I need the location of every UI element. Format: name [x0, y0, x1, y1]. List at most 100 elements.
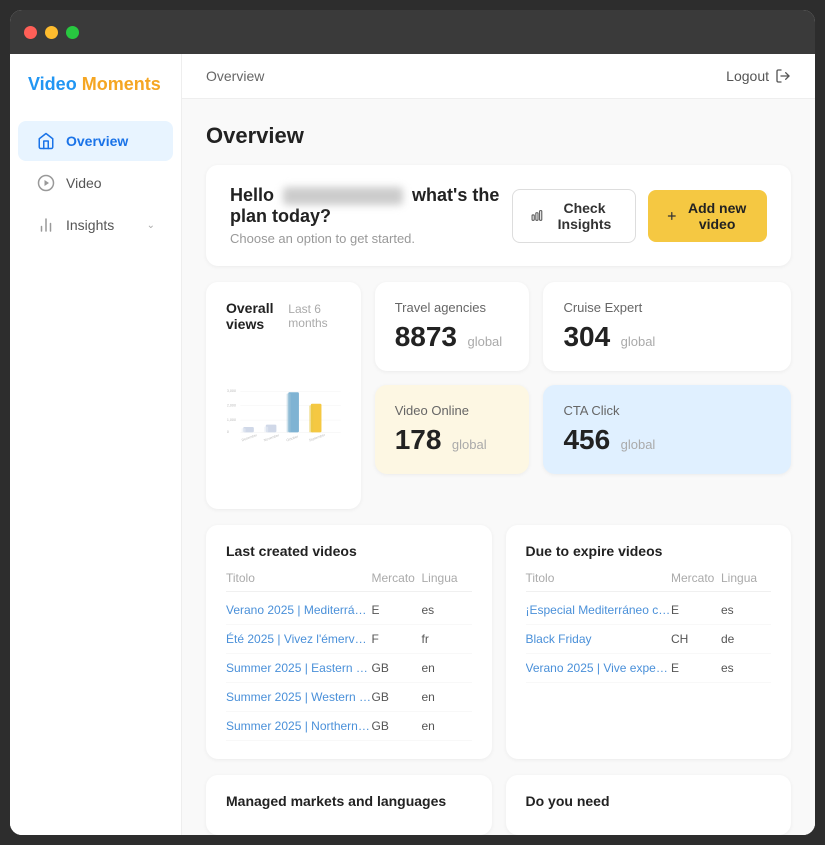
welcome-heading: Hello what's the plan today? — [230, 185, 512, 227]
last-videos-col-mercato: Mercato — [372, 571, 422, 585]
svg-text:December: December — [241, 433, 258, 443]
bar-chart-svg: 3,000 2,000 1,000 0 — [226, 346, 341, 486]
sidebar-item-video[interactable]: Video — [18, 163, 173, 203]
svg-text:2,000: 2,000 — [227, 404, 236, 408]
stat-label-video-online: Video Online — [395, 403, 510, 418]
expiring-videos-title: Due to expire videos — [526, 543, 772, 559]
chart-title: Overall views — [226, 300, 288, 332]
add-new-video-button[interactable]: Add new video — [648, 190, 767, 242]
logout-icon — [775, 68, 791, 84]
check-insights-button[interactable]: Check Insights — [512, 189, 635, 243]
expiring-lingua-2: de — [721, 632, 771, 646]
chart-card: Overall views Last 6 months 3,000 2,000 … — [206, 282, 361, 509]
expiring-row-1: ¡Especial Mediterráneo con ... E es — [526, 596, 772, 625]
last-video-link-1[interactable]: Verano 2025 | Mediterráneo... — [226, 603, 372, 617]
logo-part1: Video — [28, 74, 77, 94]
stat-value-travel: 8873 global — [395, 321, 510, 353]
last-videos-row-1: Verano 2025 | Mediterráneo... E es — [226, 596, 472, 625]
last-video-link-2[interactable]: Été 2025 | Vivez l'émerveille... — [226, 632, 372, 646]
stat-label-travel: Travel agencies — [395, 300, 510, 315]
expiring-col-titolo: Titolo — [526, 571, 672, 585]
play-icon — [36, 173, 56, 193]
welcome-text: Hello what's the plan today? Choose an o… — [230, 185, 512, 246]
last-videos-col-lingua: Lingua — [422, 571, 472, 585]
stat-card-cruise: Cruise Expert 304 global — [543, 282, 791, 371]
last-video-lingua-3: en — [422, 661, 472, 675]
stats-grid: Travel agencies 8873 global Video Online… — [206, 282, 791, 509]
stat-group-1: Travel agencies 8873 global Video Online… — [375, 282, 530, 474]
expiring-videos-card: Due to expire videos Titolo Mercato Ling… — [506, 525, 792, 759]
do-you-need-card: Do you need — [506, 775, 792, 835]
minimize-button[interactable] — [45, 26, 58, 39]
content-area: Overview Hello what's the plan today? Ch… — [182, 99, 815, 835]
welcome-actions: Check Insights Add new video — [512, 189, 767, 243]
maximize-button[interactable] — [66, 26, 79, 39]
expiring-col-lingua: Lingua — [721, 571, 771, 585]
last-video-link-5[interactable]: Summer 2025 | Northern Eur... — [226, 719, 372, 733]
bottom-row: Managed markets and languages Do you nee… — [206, 775, 791, 835]
expiring-link-3[interactable]: Verano 2025 | Vive experien... — [526, 661, 672, 675]
expiring-mercato-2: CH — [671, 632, 721, 646]
titlebar — [10, 10, 815, 54]
expiring-link-1[interactable]: ¡Especial Mediterráneo con ... — [526, 603, 672, 617]
last-video-mercato-1: E — [372, 603, 422, 617]
sidebar-item-insights-label: Insights — [66, 217, 114, 233]
expiring-link-2[interactable]: Black Friday — [526, 632, 672, 646]
svg-text:September: September — [308, 433, 326, 443]
insights-icon — [531, 206, 544, 226]
expiring-lingua-3: es — [721, 661, 771, 675]
last-videos-card: Last created videos Titolo Mercato Lingu… — [206, 525, 492, 759]
last-videos-row-5: Summer 2025 | Northern Eur... GB en — [226, 712, 472, 741]
last-video-mercato-3: GB — [372, 661, 422, 675]
stat-group-2: Cruise Expert 304 global CTA Click 456 g… — [543, 282, 791, 474]
do-you-need-title: Do you need — [526, 793, 772, 809]
tables-row: Last created videos Titolo Mercato Lingu… — [206, 525, 791, 759]
last-video-lingua-2: fr — [422, 632, 472, 646]
sidebar-item-overview[interactable]: Overview — [18, 121, 173, 161]
managed-markets-card: Managed markets and languages — [206, 775, 492, 835]
last-video-lingua-5: en — [422, 719, 472, 733]
page-title: Overview — [206, 123, 791, 149]
stat-label-cta: CTA Click — [563, 403, 771, 418]
last-video-link-3[interactable]: Summer 2025 | Eastern Med... — [226, 661, 372, 675]
add-video-label: Add new video — [685, 200, 749, 232]
welcome-subtitle: Choose an option to get started. — [230, 231, 512, 246]
last-video-mercato-2: F — [372, 632, 422, 646]
stat-label-cruise: Cruise Expert — [563, 300, 771, 315]
user-name-blurred — [283, 187, 403, 205]
last-video-link-4[interactable]: Summer 2025 | Western Me... — [226, 690, 372, 704]
stat-value-cta: 456 global — [563, 424, 771, 456]
check-insights-label: Check Insights — [552, 200, 616, 232]
chevron-down-icon: ⌄ — [147, 220, 155, 231]
svg-text:October: October — [286, 434, 300, 442]
bar-chart-icon — [36, 215, 56, 235]
sidebar-item-insights[interactable]: Insights ⌄ — [18, 205, 173, 245]
logo-part2: Moments — [82, 74, 161, 94]
last-video-lingua-4: en — [422, 690, 472, 704]
last-video-mercato-5: GB — [372, 719, 422, 733]
sidebar-item-video-label: Video — [66, 175, 102, 191]
sidebar: Video Moments Overview — [10, 54, 182, 835]
topbar-title: Overview — [206, 68, 264, 84]
svg-text:November: November — [263, 433, 280, 443]
last-video-mercato-4: GB — [372, 690, 422, 704]
stat-card-cta: CTA Click 456 global — [543, 385, 791, 474]
logout-button[interactable]: Logout — [726, 68, 791, 84]
expiring-mercato-3: E — [671, 661, 721, 675]
close-button[interactable] — [24, 26, 37, 39]
expiring-mercato-1: E — [671, 603, 721, 617]
logo: Video Moments — [10, 74, 181, 119]
expiring-videos-header: Titolo Mercato Lingua — [526, 571, 772, 592]
greeting: Hello — [230, 185, 274, 205]
app-window: Video Moments Overview — [10, 10, 815, 835]
svg-text:0: 0 — [227, 430, 229, 434]
svg-text:1,000: 1,000 — [227, 418, 236, 422]
last-videos-title: Last created videos — [226, 543, 472, 559]
traffic-lights — [24, 26, 79, 39]
main-content: Overview Logout Overview — [182, 54, 815, 835]
stat-value-cruise: 304 global — [563, 321, 771, 353]
last-video-lingua-1: es — [422, 603, 472, 617]
last-videos-col-titolo: Titolo — [226, 571, 372, 585]
stat-card-travel: Travel agencies 8873 global — [375, 282, 530, 371]
plus-icon — [666, 207, 678, 225]
